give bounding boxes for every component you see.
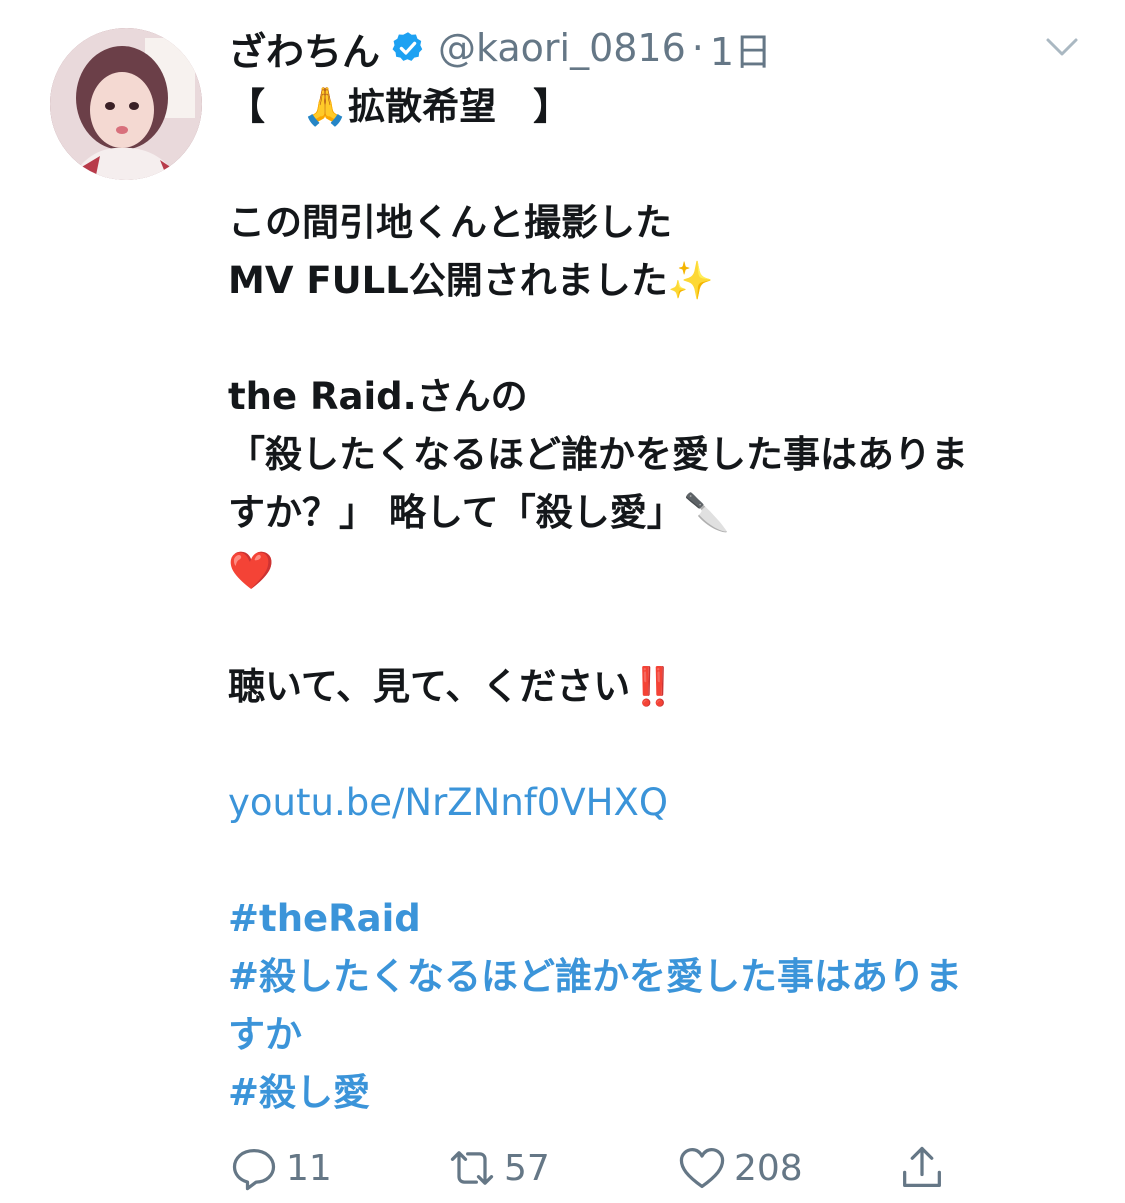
tweet-line: 【 🙏拡散希望 】: [228, 78, 1088, 136]
tweet-line: ❤️: [228, 542, 1088, 600]
tweet-text: すか？」 略して「殺し愛」🔪: [228, 491, 730, 534]
tweet-line: [228, 832, 1088, 890]
avatar[interactable]: [50, 28, 202, 180]
tweet-line: すか？」 略して「殺し愛」🔪: [228, 484, 1088, 542]
tweet-header: ざわちん @kaori_0816 · 1日: [228, 22, 772, 74]
tweet-text: 【 🙏拡散希望 】: [228, 85, 571, 128]
tweet-line: the Raid.さんの: [228, 368, 1088, 426]
heart-icon: [679, 1147, 725, 1189]
hashtag-link[interactable]: #殺したくなるほど誰かを愛した事はありま: [228, 955, 962, 998]
tweet-line: すか: [228, 1006, 1088, 1064]
hashtag-link[interactable]: すか: [228, 1013, 302, 1056]
retweet-count: 57: [504, 1147, 550, 1189]
hashtag-link[interactable]: #殺し愛: [228, 1071, 370, 1114]
display-name[interactable]: ざわちん: [228, 21, 380, 76]
retweet-icon: [450, 1151, 494, 1185]
share-icon: [903, 1146, 941, 1187]
tweet-line: 聴いて、見て、ください‼️: [228, 658, 1088, 716]
tweet-line: #殺し愛: [228, 1064, 1088, 1122]
tweet-text: the Raid.さんの: [228, 375, 528, 418]
tweet-line: [228, 716, 1088, 774]
tweet-text: この間引地くんと撮影した: [228, 201, 672, 244]
action-bar: 11 57 208: [228, 1138, 968, 1198]
tweet-text: MV FULL公開されました✨: [228, 259, 714, 302]
user-handle[interactable]: @kaori_0816: [438, 26, 686, 70]
tweet-line: #殺したくなるほど誰かを愛した事はありま: [228, 948, 1088, 1006]
tweet-line: youtu.be/NrZNnf0VHXQ: [228, 774, 1088, 832]
tweet-text: 聴いて、見て、ください‼️: [228, 665, 677, 708]
tweet-link[interactable]: youtu.be/NrZNnf0VHXQ: [228, 781, 668, 824]
reply-count: 11: [286, 1147, 332, 1189]
tweet-line: #theRaid: [228, 890, 1088, 948]
tweet-line: [228, 600, 1088, 658]
separator-dot: ·: [691, 26, 704, 70]
tweet-text: 「殺したくなるほど誰かを愛した事はありま: [228, 433, 968, 476]
verified-badge-icon: [392, 32, 423, 61]
timestamp[interactable]: 1日: [710, 21, 772, 76]
tweet-line: この間引地くんと撮影した: [228, 194, 1088, 252]
like-count: 208: [734, 1147, 803, 1189]
retweet-button[interactable]: 57: [446, 1142, 550, 1194]
chevron-down-icon[interactable]: [1042, 32, 1082, 62]
tweet-line: 「殺したくなるほど誰かを愛した事はありま: [228, 426, 1088, 484]
reply-icon: [232, 1149, 276, 1191]
reply-button[interactable]: 11: [228, 1142, 332, 1194]
share-button[interactable]: [896, 1142, 948, 1194]
avatar-photo: [50, 28, 202, 180]
tweet-line: [228, 310, 1088, 368]
tweet-body: 【 🙏拡散希望 】この間引地くんと撮影した MV FULL公開されました✨ the …: [228, 78, 1088, 1122]
hashtag-link[interactable]: #theRaid: [228, 897, 421, 940]
tweet-text: ❤️: [228, 549, 275, 592]
like-button[interactable]: 208: [676, 1142, 803, 1194]
tweet-line: MV FULL公開されました✨: [228, 252, 1088, 310]
tweet-line: [228, 136, 1088, 194]
